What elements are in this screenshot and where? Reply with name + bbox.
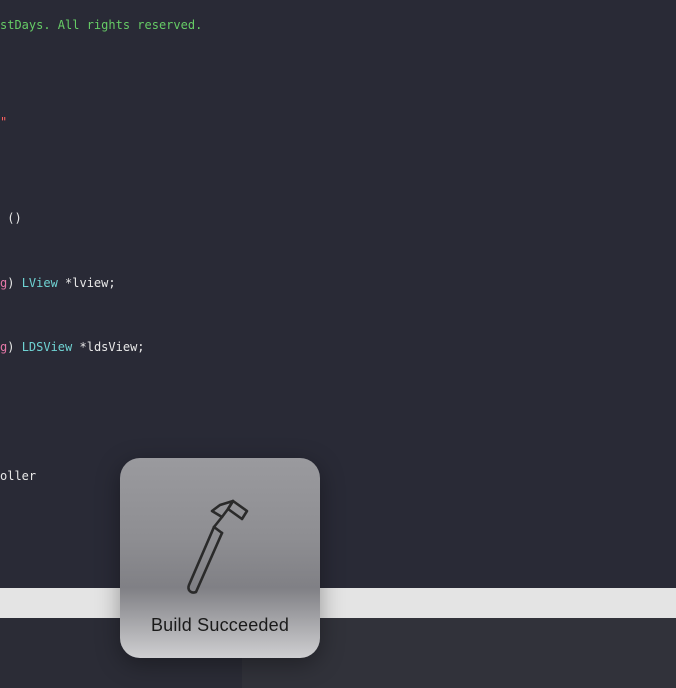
code-editor[interactable]: stDays. All rights reserved. " () g) LVi… [0,0,676,588]
code-var: *ldsView; [72,340,144,354]
code-content[interactable]: stDays. All rights reserved. " () g) LVi… [0,0,676,588]
editor-bottom-bar [0,588,676,618]
code-paren: ) [7,276,21,290]
code-paren: () [0,211,22,225]
code-comment: stDays. All rights reserved. [0,18,202,32]
code-type: LView [22,276,58,290]
hammer-icon [170,493,270,603]
build-toast: Build Succeeded [120,458,320,658]
code-string-delim: " [0,115,7,129]
code-text: oller [0,469,36,483]
code-type: LDSView [22,340,73,354]
code-var: *lview; [58,276,116,290]
code-paren: ) [7,340,21,354]
build-toast-label: Build Succeeded [151,611,289,640]
